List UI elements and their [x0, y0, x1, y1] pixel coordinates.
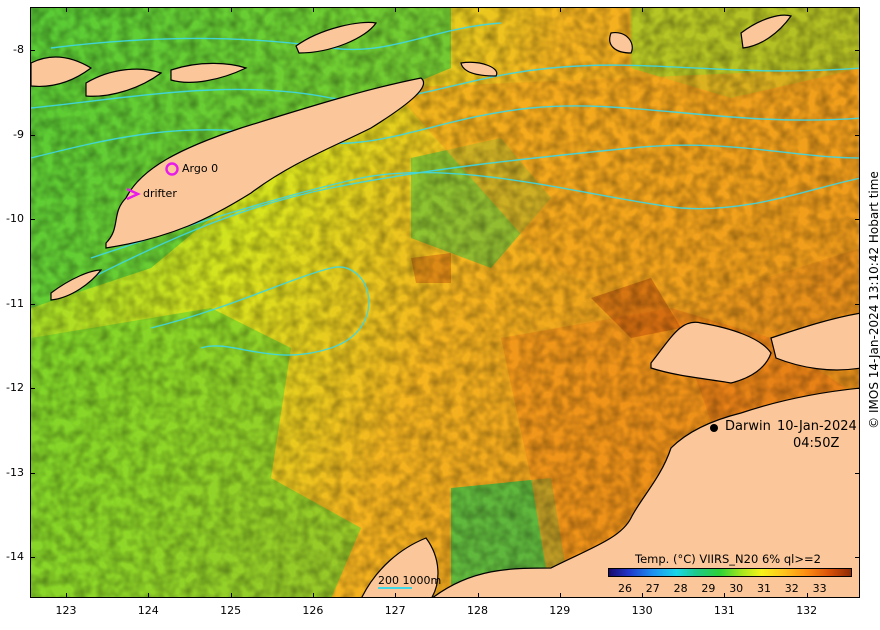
- y-tick-mark: [855, 557, 860, 558]
- y-tick-mark: [30, 50, 35, 51]
- colorbar-tick-label: 32: [784, 582, 799, 595]
- y-tick-mark: [855, 219, 860, 220]
- colorbar-tick-label: 26: [618, 582, 632, 595]
- darwin-label: Darwin: [725, 419, 771, 434]
- x-tick-mark: [148, 593, 150, 598]
- x-tick-label: 123: [55, 604, 77, 617]
- x-tick-mark: [312, 593, 314, 598]
- scalebar-line: [378, 587, 412, 589]
- colorbar-tick-label: 31: [757, 582, 771, 595]
- y-tick-label: -12: [6, 381, 24, 394]
- credit-text: © IMOS 14-Jan-2024 13:10:42 Hobart time: [867, 171, 880, 429]
- colorbar: [608, 568, 852, 577]
- y-tick-mark: [855, 50, 860, 51]
- x-tick-mark: [642, 7, 644, 12]
- y-tick-mark: [30, 388, 35, 389]
- x-tick-label: 126: [302, 604, 324, 617]
- x-tick-label: 125: [220, 604, 242, 617]
- x-tick-label: 127: [384, 604, 406, 617]
- darwin-dot: [710, 424, 718, 432]
- x-tick-label: 130: [631, 604, 653, 617]
- y-tick-mark: [855, 388, 860, 389]
- x-tick-mark: [559, 7, 561, 12]
- scalebar-label: 200 1000m: [378, 574, 442, 587]
- x-tick-mark: [66, 593, 67, 598]
- x-tick-mark: [230, 593, 232, 598]
- timestamp-time: 04:50Z: [793, 436, 840, 451]
- x-tick-label: 124: [137, 604, 159, 617]
- y-tick-mark: [30, 303, 35, 305]
- colorbar-tick-label: 30: [729, 582, 744, 595]
- x-tick-label: 132: [796, 604, 818, 617]
- y-tick-mark: [855, 472, 860, 474]
- timestamp-date: 10-Jan-2024: [777, 419, 857, 434]
- y-tick-label: -9: [13, 127, 24, 141]
- y-tick-label: -14: [6, 550, 24, 563]
- colorbar-tick-label: 28: [673, 582, 688, 595]
- x-tick-mark: [148, 7, 150, 12]
- colorbar-tick-label: 27: [645, 582, 660, 595]
- y-tick-mark: [30, 134, 35, 136]
- argo-label: Argo 0: [182, 162, 219, 175]
- x-tick-mark: [230, 7, 232, 12]
- x-tick-mark: [724, 7, 726, 12]
- colorbar-tick-label: 29: [701, 582, 716, 595]
- map-frame[interactable]: [30, 7, 860, 598]
- y-tick-mark: [30, 219, 35, 220]
- y-tick-mark: [30, 472, 35, 474]
- x-tick-mark: [395, 593, 397, 598]
- x-tick-label: 129: [549, 604, 571, 617]
- sst-map: [31, 8, 859, 597]
- y-tick-mark: [855, 303, 860, 305]
- x-tick-mark: [806, 7, 808, 12]
- x-tick-mark: [66, 7, 67, 12]
- x-tick-mark: [477, 7, 479, 12]
- x-tick-mark: [477, 593, 479, 598]
- colorbar-tick-label: 33: [812, 582, 827, 595]
- y-tick-label: -10: [6, 212, 24, 225]
- x-tick-mark: [559, 593, 561, 598]
- y-tick-label: -13: [6, 465, 24, 479]
- x-tick-mark: [806, 593, 808, 598]
- y-tick-mark: [855, 134, 860, 136]
- y-tick-mark: [30, 557, 35, 558]
- colorbar-title: Temp. (°C) VIIRS_N20 6% ql>=2: [635, 552, 821, 566]
- x-tick-label: 131: [713, 604, 735, 617]
- drifter-label: drifter: [143, 187, 177, 200]
- x-tick-label: 128: [467, 604, 488, 617]
- x-tick-mark: [312, 7, 314, 12]
- y-tick-label: -8: [13, 43, 24, 56]
- x-tick-mark: [395, 7, 397, 12]
- y-tick-label: -11: [6, 296, 24, 310]
